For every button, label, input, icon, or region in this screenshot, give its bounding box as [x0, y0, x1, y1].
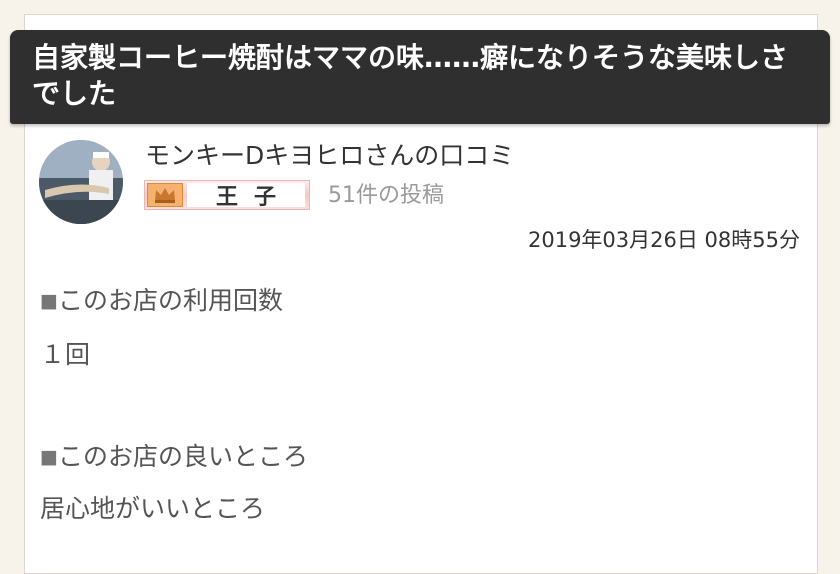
square-bullet: ■	[40, 446, 58, 468]
review-date: 2019年03月26日 08時55分	[527, 228, 800, 252]
review-title[interactable]: 自家製コーヒー焼酎はママの味……癖になりそうな美味しさでした	[10, 30, 830, 124]
section-heading-good-points: ■このお店の良いところ	[40, 440, 308, 474]
section-body-good-points: 居心地がいいところ	[40, 494, 266, 523]
reviewer-avatar[interactable]	[39, 140, 123, 224]
post-count-link[interactable]: 51件の投稿	[328, 181, 444, 211]
section-heading-visits: ■このお店の利用回数	[40, 284, 283, 318]
section-body-visits: １回	[40, 340, 91, 369]
square-bullet: ■	[40, 290, 58, 312]
section-heading-text: このお店の良いところ	[57, 442, 308, 471]
rank-label: 王子	[187, 183, 305, 210]
section-heading-text: このお店の利用回数	[57, 286, 283, 315]
reviewer-name-link[interactable]: モンキーDキヨヒロさんの口コミ	[145, 139, 514, 173]
avatar-photo-icon	[39, 140, 123, 224]
rank-badge: 王子	[144, 180, 310, 210]
crown-icon	[147, 183, 183, 207]
